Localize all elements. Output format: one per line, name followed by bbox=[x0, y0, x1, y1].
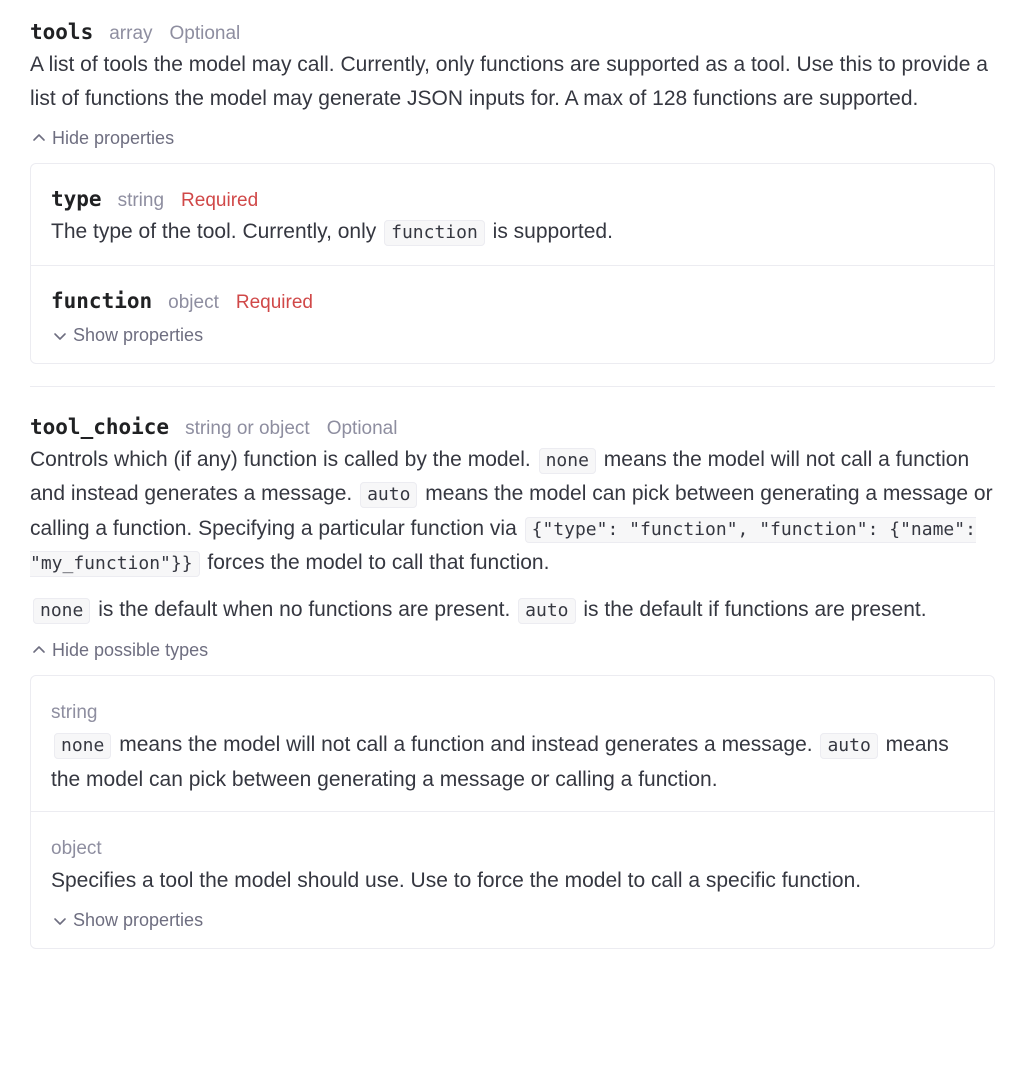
type-object: object Specifies a tool the model should… bbox=[31, 811, 994, 948]
param-type: object bbox=[168, 291, 219, 313]
chevron-up-icon bbox=[33, 646, 45, 653]
section-divider bbox=[30, 385, 995, 387]
param-description: The type of the tool. Currently, only fu… bbox=[51, 215, 974, 250]
param-type: string bbox=[117, 190, 165, 211]
hide-possible-types-toggle[interactable]: Hide possible types bbox=[30, 635, 995, 665]
desc-text: is supported. bbox=[492, 220, 613, 243]
param-optional-badge: Optional bbox=[169, 23, 241, 44]
inline-code: auto bbox=[518, 597, 576, 624]
type-label: string bbox=[51, 702, 98, 723]
param-name: tools bbox=[30, 20, 94, 44]
inline-code: function bbox=[384, 220, 485, 246]
param-header: function object Required bbox=[51, 285, 974, 317]
param-header: tools array Optional bbox=[30, 16, 995, 48]
toggle-label: Hide possible types bbox=[52, 639, 209, 660]
param-header: tool_choice string or object Optional bbox=[30, 411, 995, 443]
desc-text: is the default if functions are present. bbox=[583, 597, 927, 621]
property-type: type string Required The type of the too… bbox=[31, 164, 994, 265]
child-properties-box: type string Required The type of the too… bbox=[30, 163, 995, 364]
chevron-up-icon bbox=[33, 134, 45, 141]
param-description-default: none is the default when no functions ar… bbox=[30, 593, 995, 628]
api-reference-section: tools array Optional A list of tools the… bbox=[0, 0, 1024, 949]
param-description: Controls which (if any) function is call… bbox=[30, 443, 995, 581]
param-required-badge: Required bbox=[235, 291, 313, 313]
type-description: Specifies a tool the model should use. U… bbox=[51, 869, 862, 892]
property-function: function object Required Show properties bbox=[31, 264, 994, 363]
param-name: type bbox=[51, 187, 102, 211]
hide-properties-toggle[interactable]: Hide properties bbox=[30, 123, 995, 153]
desc-text: is the default when no functions are pre… bbox=[98, 597, 511, 621]
toggle-label: Show properties bbox=[73, 325, 204, 345]
inline-code: auto bbox=[820, 733, 878, 759]
param-name: function bbox=[51, 288, 153, 313]
show-properties-toggle[interactable]: Show properties bbox=[51, 321, 974, 351]
param-header: type string Required bbox=[51, 183, 974, 215]
show-properties-toggle[interactable]: Show properties bbox=[51, 906, 974, 936]
inline-code: none bbox=[33, 597, 91, 624]
type-description: none means the model will not call a fun… bbox=[51, 728, 974, 796]
param-tools: tools array Optional A list of tools the… bbox=[30, 16, 995, 364]
param-required-badge: Required bbox=[181, 190, 259, 211]
param-type: array bbox=[109, 23, 153, 44]
inline-code: none bbox=[538, 447, 596, 474]
chevron-down-icon bbox=[54, 332, 66, 340]
possible-types-box: string none means the model will not cal… bbox=[30, 675, 995, 949]
param-type: string or object bbox=[185, 417, 310, 439]
inline-code: none bbox=[54, 733, 112, 759]
param-name: tool_choice bbox=[30, 414, 170, 439]
param-description: A list of tools the model may call. Curr… bbox=[30, 53, 988, 110]
toggle-label: Hide properties bbox=[52, 127, 175, 148]
desc-text: forces the model to call that function. bbox=[207, 551, 550, 574]
desc-text: means the model will not call a function… bbox=[119, 733, 813, 756]
inline-code: auto bbox=[360, 482, 418, 508]
chevron-down-icon bbox=[54, 917, 66, 925]
type-string: string none means the model will not cal… bbox=[31, 676, 994, 811]
desc-text: The type of the tool. Currently, only bbox=[51, 220, 377, 243]
type-label: object bbox=[51, 838, 102, 859]
param-tool-choice: tool_choice string or object Optional Co… bbox=[30, 411, 995, 949]
toggle-label: Show properties bbox=[73, 910, 204, 930]
param-optional-badge: Optional bbox=[326, 417, 398, 439]
desc-text: Controls which (if any) function is call… bbox=[30, 447, 531, 471]
